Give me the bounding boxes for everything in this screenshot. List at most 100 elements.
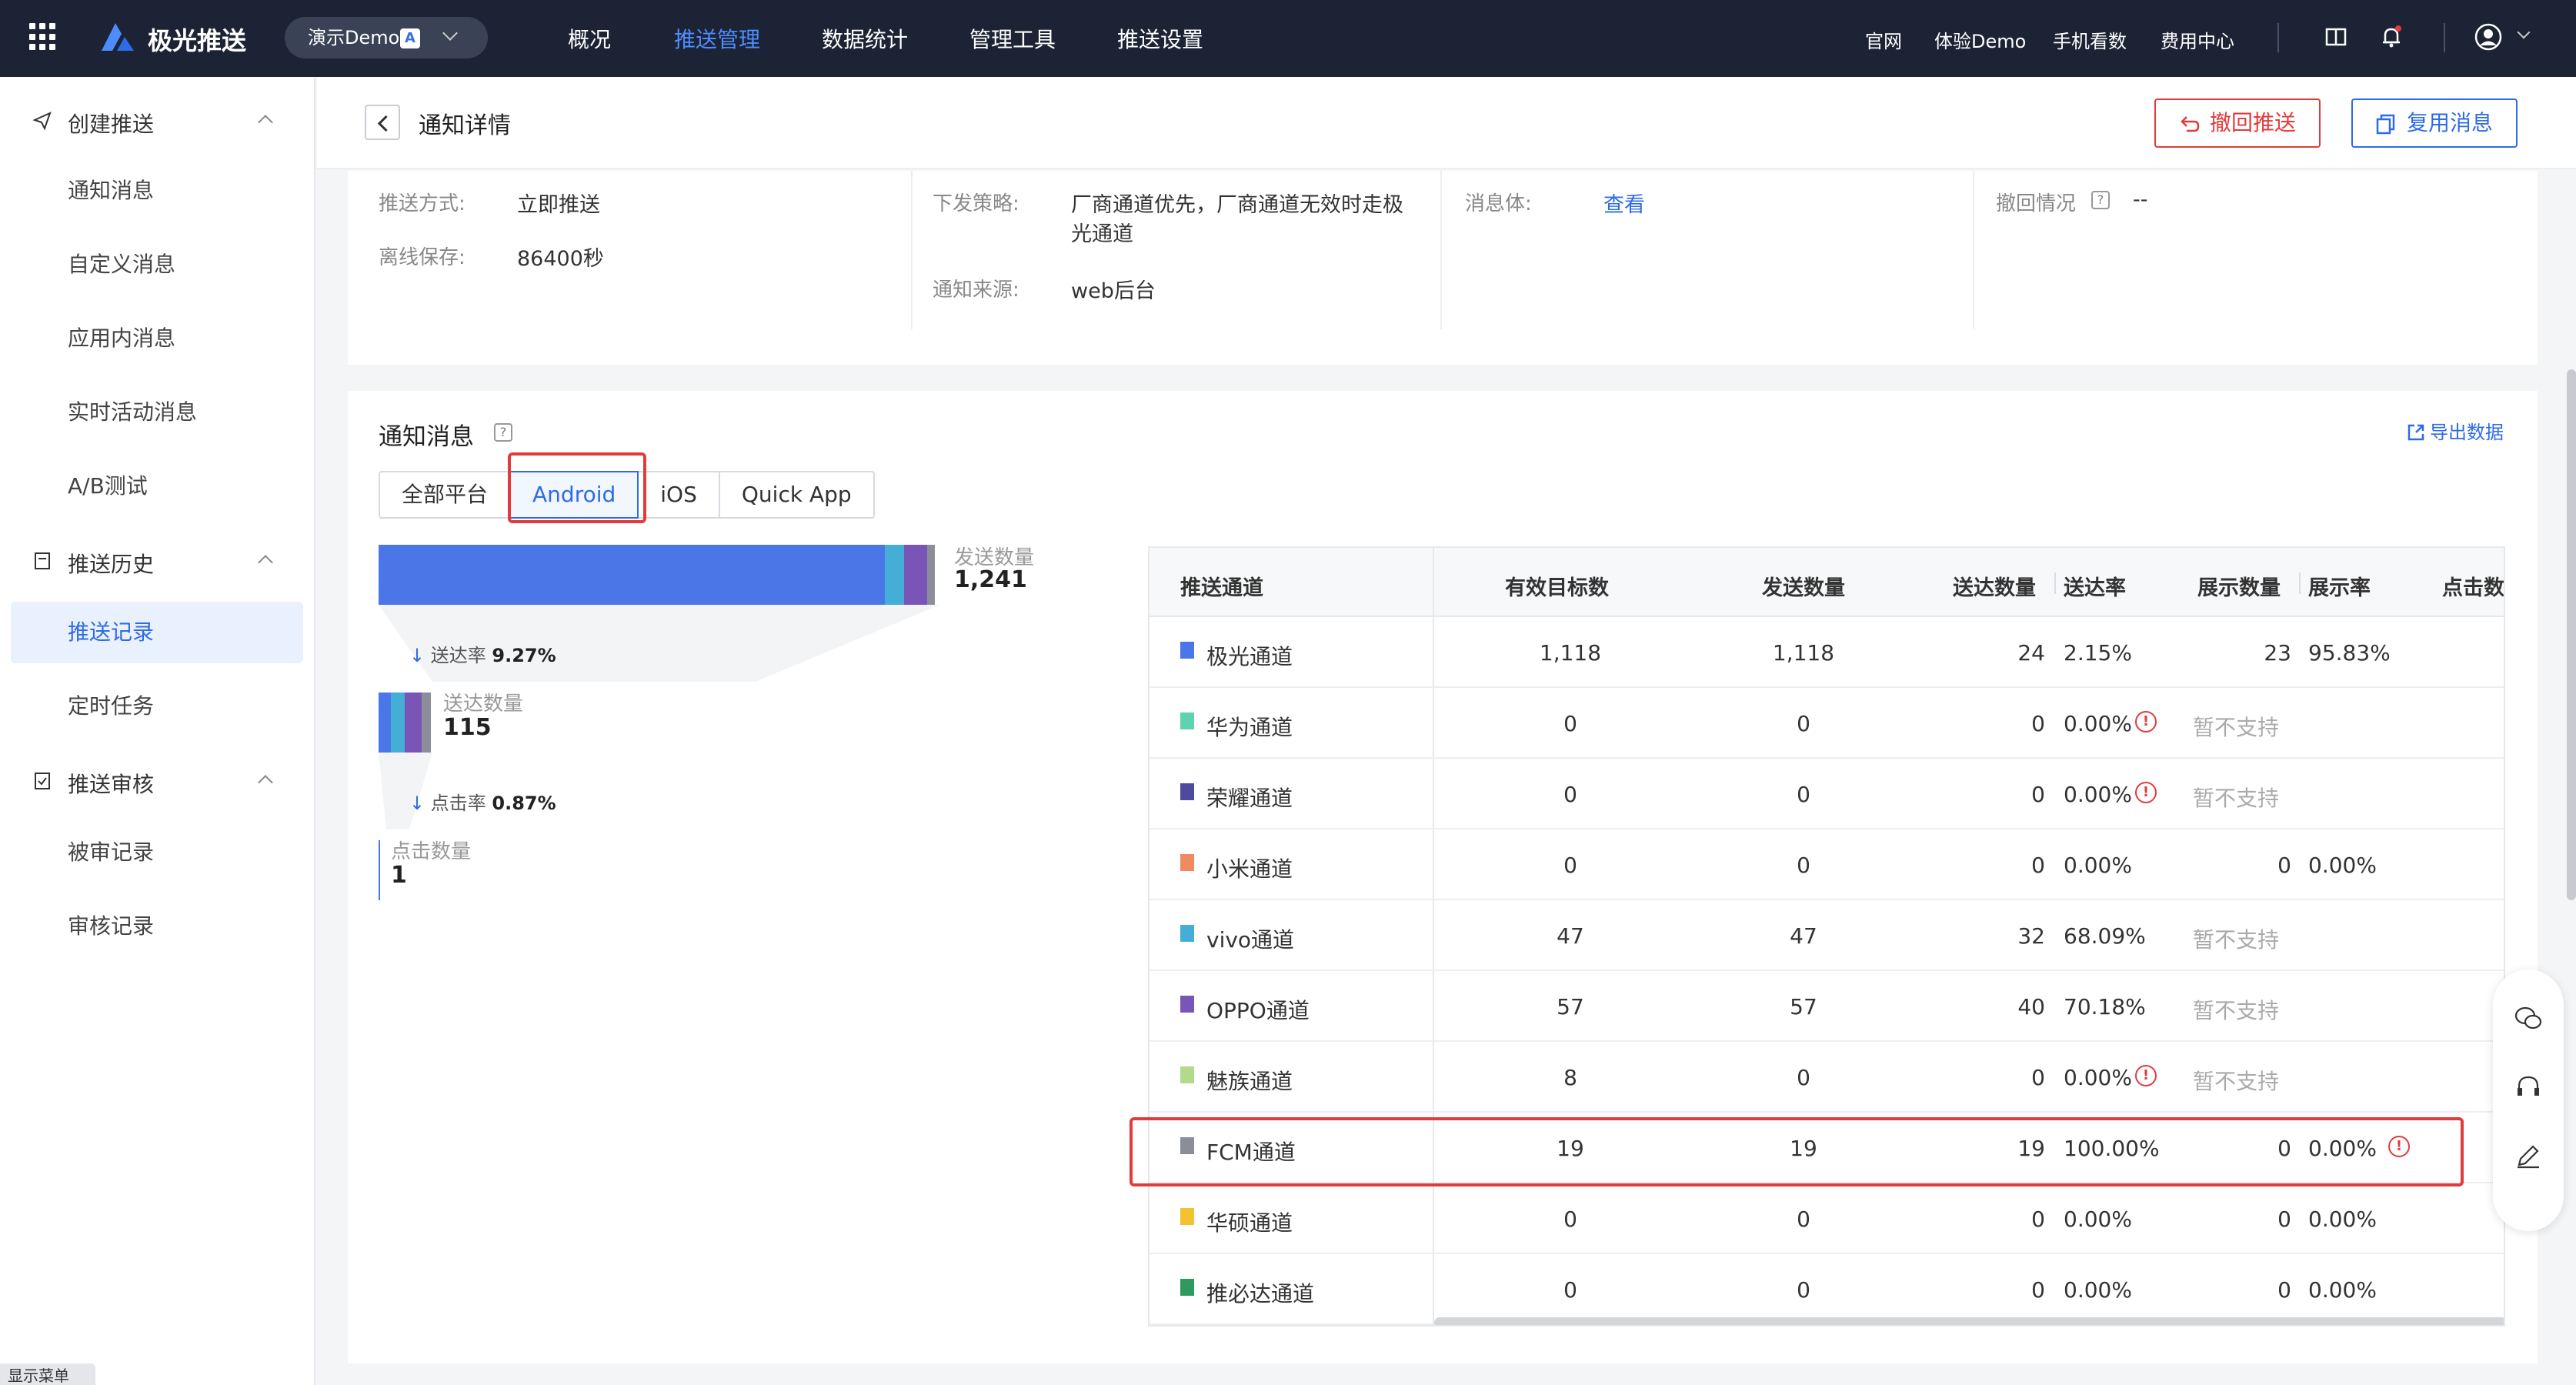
warning-info-icon[interactable]: ! <box>2135 782 2157 803</box>
click-rate: ↓ 点击率 0.87% <box>409 788 556 815</box>
message-body-label: 消息体: <box>1465 192 1532 215</box>
link-official-site[interactable]: 官网 <box>1865 26 1902 53</box>
link-billing-center[interactable]: 费用中心 <box>2161 26 2234 53</box>
chevron-down-icon[interactable] <box>2517 25 2531 39</box>
nav-push-management[interactable]: 推送管理 <box>674 23 760 54</box>
sidebar-item-live-activity[interactable]: 实时活动消息 <box>11 382 303 443</box>
valid-target-count: 1,118 <box>1539 640 1602 666</box>
sent-count-value: 1,241 <box>954 566 1027 593</box>
export-data-link[interactable]: 导出数据 <box>2407 417 2504 444</box>
show-rate: 0.00% <box>2308 853 2377 878</box>
link-try-demo[interactable]: 体验Demo <box>1934 26 2026 53</box>
sidebar-item-in-app-message[interactable]: 应用内消息 <box>11 308 303 369</box>
sent-count: 0 <box>1797 711 1810 736</box>
docs-book-icon[interactable] <box>2321 22 2351 52</box>
reuse-message-button[interactable]: 复用消息 <box>2351 98 2518 148</box>
delivery-rate: 0.00% <box>2064 1065 2132 1090</box>
nav-push-settings[interactable]: 推送设置 <box>1117 23 1203 54</box>
channel-name: 华硕通道 <box>1206 1210 1293 1236</box>
undo-icon <box>2181 116 2200 132</box>
sidebar-item-reviewed-records[interactable]: 被审记录 <box>11 822 303 883</box>
sent-bar-oppo <box>904 545 927 605</box>
view-message-body-link[interactable]: 查看 <box>1603 188 1645 218</box>
help-icon[interactable]: ? <box>2091 191 2110 209</box>
sidebar-item-audit-records[interactable]: 审核记录 <box>11 896 303 957</box>
delivered-bar-vivo <box>391 692 405 753</box>
column-header-channel: 推送通道 <box>1180 576 1263 600</box>
strategy-value-line2: 光通道 <box>1071 222 1133 246</box>
section-title: 通知消息 <box>379 423 474 451</box>
tab-all-platforms[interactable]: 全部平台 <box>379 471 512 519</box>
sidebar-item-push-records[interactable]: 推送记录 <box>11 602 303 663</box>
channel-color-swatch <box>1180 996 1194 1013</box>
app-grid-icon[interactable] <box>29 23 57 51</box>
nav-data-statistics[interactable]: 数据统计 <box>822 23 908 54</box>
sidebar-item-custom-message[interactable]: 自定义消息 <box>11 234 303 295</box>
sidebar-group-label: 创建推送 <box>68 112 155 137</box>
valid-target-count: 47 <box>1557 923 1584 949</box>
app-selector[interactable]: 演示Demo A <box>285 17 488 58</box>
unsupported-label: 暂不支持 <box>2193 715 2280 740</box>
nav-overview[interactable]: 概况 <box>568 23 611 54</box>
sidebar-group-push-review[interactable]: 推送审核 <box>0 757 315 803</box>
wechat-icon[interactable] <box>2513 1003 2544 1034</box>
user-avatar-icon[interactable] <box>2473 22 2504 52</box>
sidebar-group-label: 推送审核 <box>68 772 155 797</box>
nav-management-tools[interactable]: 管理工具 <box>969 23 1056 54</box>
tab-quick-app[interactable]: Quick App <box>718 471 875 519</box>
delivered-bar-oppo <box>405 692 422 753</box>
horizontal-scrollbar[interactable] <box>1434 1317 2504 1325</box>
warning-info-icon[interactable]: ! <box>2135 1065 2157 1086</box>
offline-save-label: 离线保存: <box>379 246 465 269</box>
sidebar-item-ab-test[interactable]: A/B测试 <box>11 456 303 517</box>
help-icon[interactable]: ? <box>494 423 512 442</box>
channel-color-swatch <box>1180 783 1194 800</box>
push-info-card: 推送方式: 立即推送 离线保存: 86400秒 下发策略: 厂商通道优先，厂商通… <box>348 171 2538 365</box>
notification-bell-icon[interactable] <box>2376 22 2407 52</box>
chevron-up-icon <box>258 775 273 790</box>
valid-target-count: 0 <box>1563 782 1577 807</box>
page-title: 通知详情 <box>419 112 511 139</box>
annotation-highlight-fcm-row <box>1130 1117 2464 1186</box>
conversion-funnel: 发送数量 1,241 ↓ 送达率 9.27% 送达数量 115 ↓ 点击率 0.… <box>379 545 1071 929</box>
delivered-count: 0 <box>2031 1277 2045 1303</box>
edit-feedback-icon[interactable] <box>2513 1140 2544 1171</box>
sidebar-group-create-push[interactable]: 创建推送 <box>0 97 315 143</box>
delivered-bar-jpush <box>379 692 391 753</box>
unsupported-label: 暂不支持 <box>2193 998 2280 1023</box>
sidebar-group-push-history[interactable]: 推送历史 <box>0 537 315 583</box>
delivered-bar-fcm <box>422 692 431 753</box>
channel-color-swatch <box>1180 1066 1194 1083</box>
offline-save-value: 86400秒 <box>517 247 604 271</box>
channel-color-swatch <box>1180 713 1194 729</box>
show-menu-toggle[interactable]: 显示菜单 <box>0 1363 95 1385</box>
tab-ios[interactable]: iOS <box>637 471 720 519</box>
back-button[interactable] <box>365 105 400 140</box>
top-divider <box>2277 23 2279 52</box>
show-rate: 0.00% <box>2308 1277 2377 1303</box>
top-divider <box>2444 23 2445 52</box>
arrow-down-icon: ↓ <box>409 793 425 814</box>
sent-count: 0 <box>1797 853 1810 878</box>
sidebar-item-notification[interactable]: 通知消息 <box>11 160 303 222</box>
brand-name[interactable]: 极光推送 <box>148 22 246 57</box>
sidebar-item-scheduled-tasks[interactable]: 定时任务 <box>11 676 303 737</box>
strategy-value-line1: 厂商通道优先，厂商通道无效时走极 <box>1071 193 1403 217</box>
sent-count: 1,118 <box>1772 640 1835 666</box>
delivery-rate: 70.18% <box>2064 994 2146 1020</box>
vertical-scrollbar[interactable] <box>2567 369 2576 900</box>
link-mobile-data[interactable]: 手机看数 <box>2053 26 2127 53</box>
shown-count: 0 <box>2277 1206 2291 1232</box>
warning-info-icon[interactable]: ! <box>2135 711 2157 733</box>
table-row: 推必达通道 0 0 0 0.00% 0 0.00% <box>1150 1254 2504 1325</box>
customer-service-headset-icon[interactable] <box>2513 1073 2544 1103</box>
unsupported-label: 暂不支持 <box>2193 786 2280 811</box>
floating-toolbar <box>2493 970 2564 1231</box>
table-row: OPPO通道 57 57 40 70.18% 暂不支持 <box>1150 971 2504 1042</box>
delivery-rate: 0.00% <box>2064 1206 2132 1232</box>
table-row: 小米通道 0 0 0 0.00% 0 0.00% <box>1150 829 2504 900</box>
delivery-rate-label: 送达率 <box>430 645 486 666</box>
delivery-rate: ↓ 送达率 9.27% <box>409 640 556 667</box>
recall-push-button[interactable]: 撤回推送 <box>2154 98 2321 148</box>
shown-count: 0 <box>2277 1277 2291 1303</box>
